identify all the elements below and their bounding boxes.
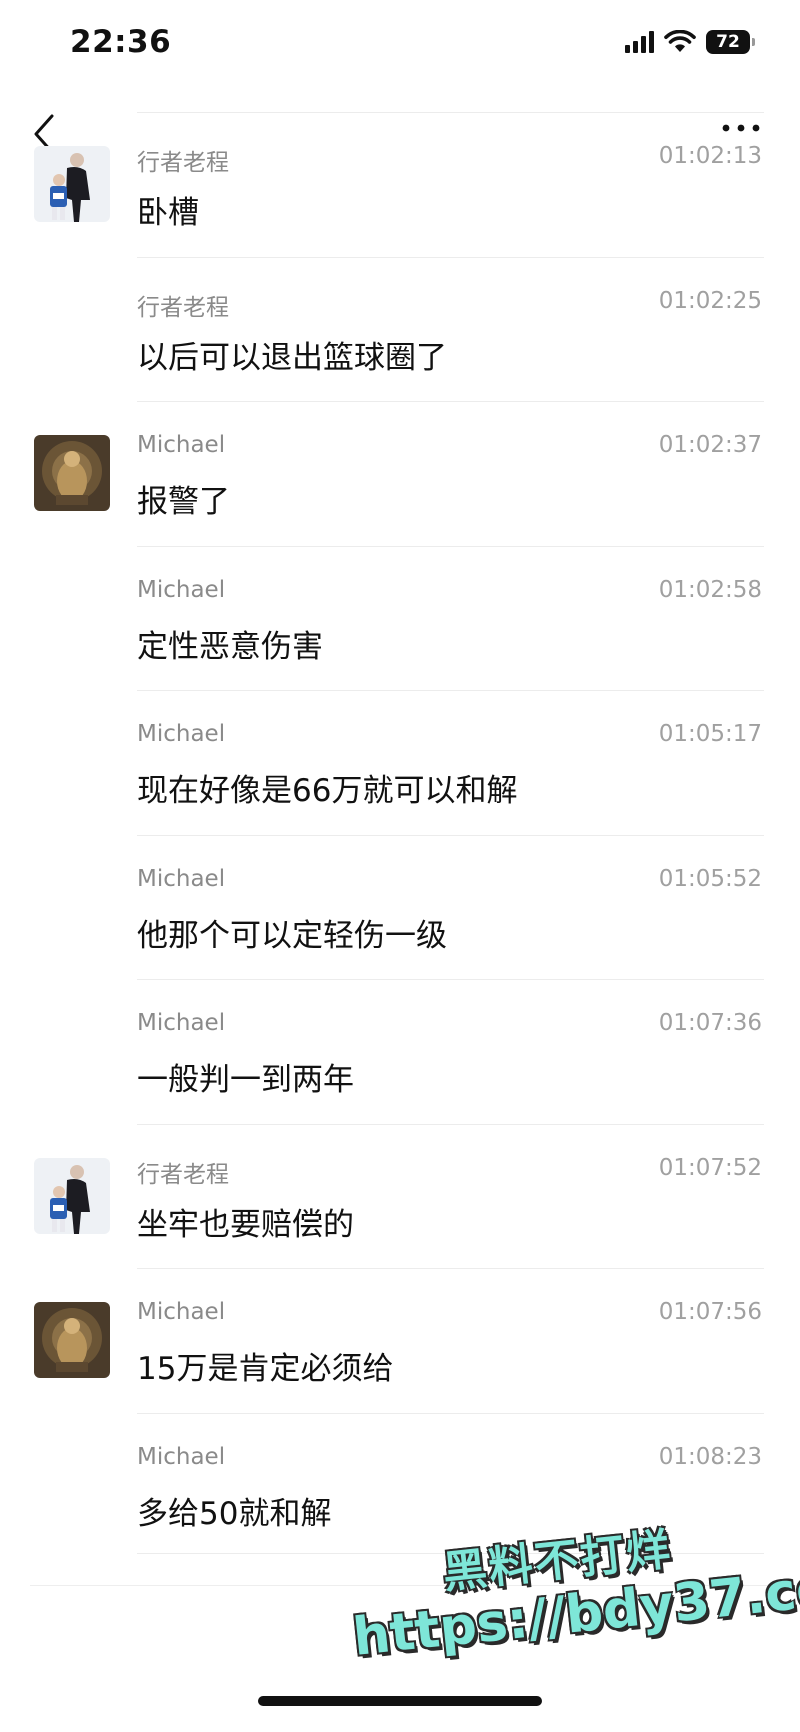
avatar-michael-image (34, 435, 110, 511)
message-time: 01:02:58 (658, 576, 762, 603)
sender-name: Michael (137, 1299, 226, 1325)
sender-name: Michael (137, 1010, 226, 1036)
avatar[interactable] (34, 146, 110, 222)
message-row[interactable]: 行者老程 01:02:13 卧槽 (0, 113, 800, 258)
avatar[interactable] (34, 1302, 110, 1378)
message-time: 01:08:23 (658, 1443, 762, 1470)
message-row[interactable]: 行者老程 01:07:52 坐牢也要赔偿的 (0, 1125, 800, 1270)
message-row[interactable]: Michael 01:05:52 他那个可以定轻伤一级 (0, 836, 800, 981)
message-row[interactable]: Michael 01:02:37 报警了 (0, 402, 800, 547)
battery-level: 72 (716, 32, 740, 52)
avatar-xingzhe-image (34, 146, 110, 222)
message-time: 01:07:36 (658, 1010, 762, 1036)
status-bar: 22:36 72 (0, 0, 800, 90)
message-time: 01:07:52 (658, 1154, 762, 1181)
message-text: 定性恶意伤害 (137, 628, 323, 665)
message-row[interactable]: Michael 01:05:17 现在好像是66万就可以和解 (0, 691, 800, 836)
message-text: 以后可以退出篮球圈了 (137, 339, 447, 376)
message-row[interactable]: Michael 01:07:56 15万是肯定必须给 (0, 1269, 800, 1414)
message-row[interactable]: Michael 01:07:36 一般判一到两年 (0, 980, 800, 1125)
message-time: 01:05:52 (658, 865, 762, 892)
avatar-michael-image (34, 1302, 110, 1378)
message-time: 01:07:56 (658, 1299, 762, 1325)
message-text: 15万是肯定必须给 (137, 1351, 394, 1387)
home-indicator[interactable] (258, 1696, 542, 1706)
sender-name: 行者老程 (137, 294, 229, 321)
message-text: 卧槽 (137, 195, 199, 231)
status-icons: 72 (625, 30, 755, 54)
sender-name: Michael (137, 865, 226, 892)
message-text: 坐牢也要赔偿的 (137, 1206, 354, 1243)
message-list: 行者老程 01:02:13 卧槽 行者老程 01:02:25 以后可以退出篮球圈… (0, 113, 800, 1554)
sender-name: 行者老程 (137, 1161, 229, 1188)
avatar[interactable] (34, 1157, 110, 1234)
battery-icon: 72 (706, 30, 755, 54)
avatar[interactable] (34, 435, 110, 511)
avatar-xingzhe-image (34, 1157, 110, 1234)
message-time: 01:02:37 (658, 432, 762, 458)
message-time: 01:05:17 (658, 721, 762, 747)
sender-name: Michael (137, 432, 226, 458)
status-time: 22:36 (70, 24, 172, 60)
message-text: 他那个可以定轻伤一级 (137, 917, 447, 954)
sender-name: Michael (137, 576, 226, 603)
sender-name: Michael (137, 721, 226, 747)
message-time: 01:02:13 (658, 143, 762, 169)
signal-icon (625, 31, 654, 53)
message-text: 现在好像是66万就可以和解 (137, 773, 518, 809)
wifi-icon (664, 30, 696, 52)
message-time: 01:02:25 (658, 287, 762, 314)
sender-name: 行者老程 (137, 150, 229, 176)
message-text: 一般判一到两年 (137, 1062, 354, 1098)
sender-name: Michael (137, 1443, 226, 1470)
watermark: 黑料不打烊 https://bdy37.co (350, 1524, 800, 1668)
message-text: 多给50就和解 (137, 1495, 332, 1532)
message-row[interactable]: 行者老程 01:02:25 以后可以退出篮球圈了 (0, 258, 800, 403)
message-row[interactable]: Michael 01:02:58 定性恶意伤害 (0, 547, 800, 692)
message-text: 报警了 (137, 484, 230, 520)
